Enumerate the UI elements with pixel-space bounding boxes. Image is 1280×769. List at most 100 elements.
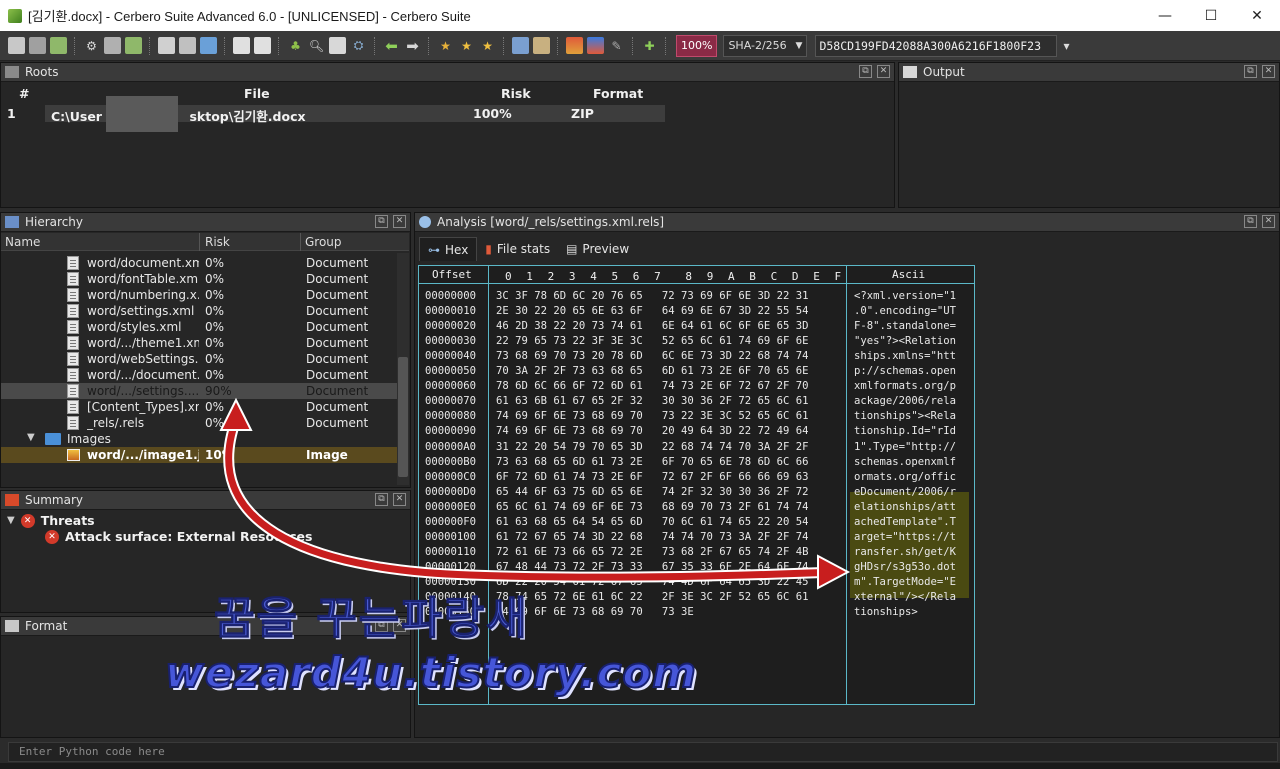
hex-ascii: F-8".standalone= bbox=[854, 320, 957, 333]
open-file-icon[interactable] bbox=[8, 37, 25, 54]
col-file[interactable]: File bbox=[244, 86, 270, 101]
hash-algorithm-select[interactable]: SHA-2/256 ▼ bbox=[723, 34, 808, 57]
item-risk: 0% bbox=[205, 272, 225, 286]
float-icon[interactable]: ⧉ bbox=[1244, 65, 1257, 78]
hex-bytes: 73 68 69 70 73 20 78 6D 6C 6E 73 3D 22 6… bbox=[496, 350, 809, 363]
close-icon[interactable]: ✕ bbox=[1262, 215, 1275, 228]
expand-icon[interactable]: ▼ bbox=[27, 432, 35, 443]
disk-icon[interactable] bbox=[179, 37, 196, 54]
tree-row[interactable]: _rels/.rels 0% Document bbox=[1, 415, 397, 431]
panels-icon[interactable] bbox=[587, 37, 604, 54]
tree-row-image[interactable]: word/.../image1.j... 10% Image bbox=[1, 447, 397, 463]
hex-column-header: 9 bbox=[706, 270, 714, 283]
gear-icon[interactable]: ⚙ bbox=[83, 37, 100, 54]
tab-preview[interactable]: ▤ Preview bbox=[558, 237, 637, 261]
find-file-icon[interactable] bbox=[329, 37, 346, 54]
tree-folder-images[interactable]: ▼ Images bbox=[1, 431, 397, 447]
column-divider[interactable] bbox=[199, 233, 200, 251]
app-icon bbox=[8, 8, 22, 23]
star-add-icon[interactable]: ★ bbox=[437, 37, 454, 54]
watermark-url: wezard4u.tistory.com bbox=[164, 647, 698, 698]
col-index[interactable]: # bbox=[19, 86, 29, 101]
tree-row[interactable]: word/.../theme1.xml 0% Document bbox=[1, 335, 397, 351]
hierarchy-scrollbar[interactable] bbox=[397, 253, 409, 485]
title-bar: [김기환.docx] - Cerbero Suite Advanced 6.0 … bbox=[0, 0, 1280, 31]
python-input[interactable]: Enter Python code here bbox=[8, 742, 1278, 762]
tree-icon[interactable]: ♣ bbox=[287, 37, 304, 54]
tree-row[interactable]: word/numbering.x... 0% Document bbox=[1, 287, 397, 303]
float-icon[interactable]: ⧉ bbox=[375, 215, 388, 228]
item-risk: 0% bbox=[205, 288, 225, 302]
hex-bytes: 61 72 67 65 74 3D 22 68 74 74 70 73 3A 2… bbox=[496, 530, 809, 543]
arrow-left-icon[interactable]: ⬅ bbox=[383, 37, 400, 55]
hex-bytes: 74 69 6F 6E 73 68 69 70 20 49 64 3D 22 7… bbox=[496, 425, 809, 438]
tree-row[interactable]: word/styles.xml 0% Document bbox=[1, 319, 397, 335]
close-button[interactable]: ✕ bbox=[1234, 0, 1280, 31]
threat-item[interactable]: ✕ Attack surface: External Resources bbox=[45, 529, 312, 544]
col-risk[interactable]: Risk bbox=[205, 235, 230, 249]
float-icon[interactable]: ⧉ bbox=[859, 65, 872, 78]
toolbar-separator bbox=[665, 36, 667, 55]
star-list-icon[interactable]: ★ bbox=[479, 37, 496, 54]
tree-row[interactable]: word/settings.xml 0% Document bbox=[1, 303, 397, 319]
hex-ascii: m".TargetMode="E bbox=[854, 575, 957, 588]
float-icon[interactable]: ⧉ bbox=[375, 493, 388, 506]
tab-file-stats[interactable]: ▮ File stats bbox=[477, 237, 558, 261]
hex-bytes: 2E 30 22 20 65 6E 63 6F 64 69 6E 67 3D 2… bbox=[496, 305, 809, 318]
hex-offset: 000000A0 bbox=[425, 440, 477, 453]
minimize-button[interactable]: — bbox=[1142, 0, 1188, 31]
window-icon[interactable] bbox=[158, 37, 175, 54]
col-group[interactable]: Group bbox=[305, 235, 342, 249]
toolbar-menu-caret[interactable]: ▾ bbox=[1063, 39, 1069, 53]
col-risk[interactable]: Risk bbox=[501, 86, 531, 101]
tools-icon[interactable]: ✎ bbox=[608, 37, 625, 54]
close-icon[interactable]: ✕ bbox=[393, 215, 406, 228]
plugin-icon[interactable]: ✚ bbox=[641, 37, 658, 54]
hex-column-header: 6 bbox=[632, 270, 640, 283]
col-format[interactable]: Format bbox=[593, 86, 643, 101]
item-risk: 0% bbox=[205, 352, 225, 366]
filter-icon[interactable]: ⛭ bbox=[350, 37, 367, 54]
arrow-right-icon[interactable]: ➡ bbox=[404, 37, 421, 55]
item-risk: 0% bbox=[205, 304, 225, 318]
float-icon[interactable]: ⧉ bbox=[1244, 215, 1257, 228]
tree-row[interactable]: word/.../document.... 0% Document bbox=[1, 367, 397, 383]
star-icon[interactable]: ★ bbox=[458, 37, 475, 54]
decode-icon[interactable] bbox=[512, 37, 529, 54]
scrollbar-thumb[interactable] bbox=[398, 357, 408, 477]
tree-row[interactable]: [Content_Types].xml 0% Document bbox=[1, 399, 397, 415]
hex-ascii: ackage/2006/rela bbox=[854, 395, 957, 408]
close-icon[interactable]: ✕ bbox=[1262, 65, 1275, 78]
threats-node[interactable]: ▼ ✕ Threats bbox=[7, 513, 95, 528]
tree-row[interactable]: word/.../settings.... 90% Document bbox=[1, 383, 397, 399]
run-icon[interactable] bbox=[125, 37, 142, 54]
close-icon[interactable]: ✕ bbox=[393, 493, 406, 506]
column-divider[interactable] bbox=[300, 233, 301, 251]
table-row[interactable]: 1 C:\User sktop\김기환.docx 100% ZIP bbox=[1, 96, 891, 132]
page-icon[interactable] bbox=[233, 37, 250, 54]
search-icon[interactable]: 🔍︎ bbox=[308, 37, 325, 54]
tree-row[interactable]: word/webSettings.... 0% Document bbox=[1, 351, 397, 367]
hash-value-field[interactable]: D58CD199FD42088A300A6216F1800F23 bbox=[815, 34, 1058, 57]
export-icon[interactable] bbox=[50, 37, 67, 54]
zoom-level[interactable]: 100% bbox=[676, 34, 718, 57]
item-group: Document bbox=[306, 352, 369, 366]
item-name: word/.../document.... bbox=[87, 368, 199, 382]
layout-icon[interactable] bbox=[566, 37, 583, 54]
save-icon[interactable] bbox=[29, 37, 46, 54]
refresh-icon[interactable] bbox=[200, 37, 217, 54]
maximize-button[interactable]: ☐ bbox=[1188, 0, 1234, 31]
script-icon[interactable] bbox=[104, 37, 121, 54]
edit-icon[interactable] bbox=[533, 37, 550, 54]
tab-hex[interactable]: ⊶ Hex bbox=[419, 237, 478, 261]
item-risk: 90% bbox=[205, 384, 232, 398]
hex-offset: 000000E0 bbox=[425, 500, 477, 513]
tree-row[interactable]: word/fontTable.xml 0% Document bbox=[1, 271, 397, 287]
expand-icon[interactable]: ▼ bbox=[7, 515, 15, 526]
tree-row[interactable]: word/document.xml 0% Document bbox=[1, 255, 397, 271]
close-icon[interactable]: ✕ bbox=[877, 65, 890, 78]
col-name[interactable]: Name bbox=[5, 235, 40, 249]
chevron-down-icon: ▼ bbox=[795, 40, 803, 51]
blank-icon[interactable] bbox=[254, 37, 271, 54]
hex-offset: 00000010 bbox=[425, 305, 477, 318]
